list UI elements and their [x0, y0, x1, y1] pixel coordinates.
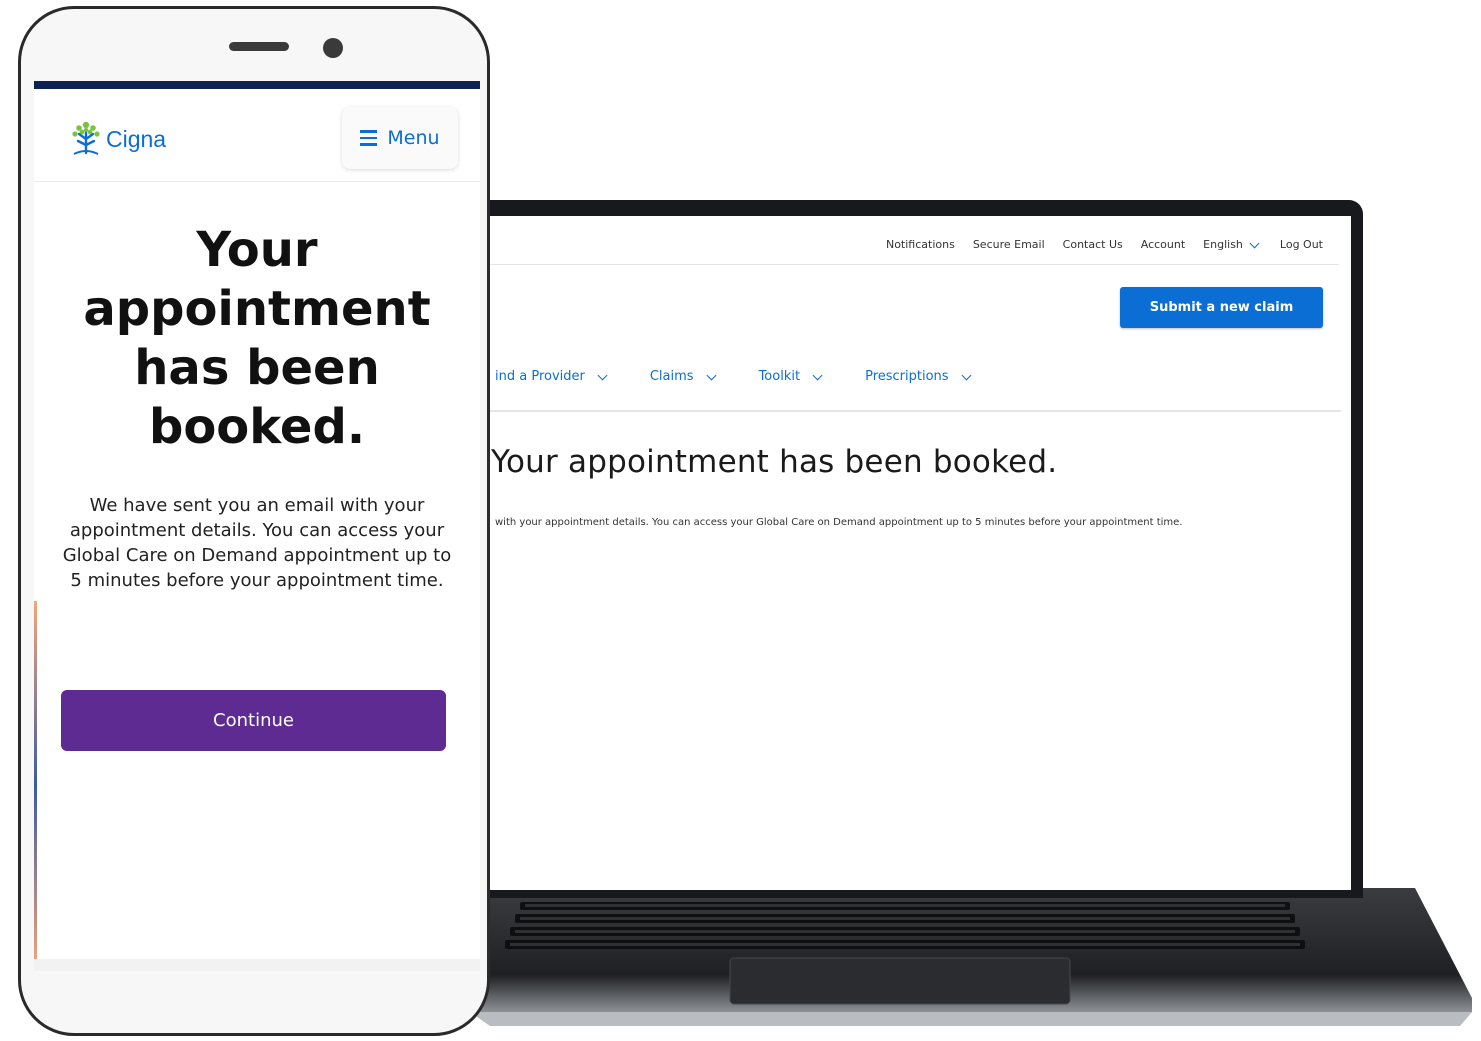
phone-speaker: [229, 42, 289, 51]
language-label: English: [1203, 238, 1243, 251]
log-out-link[interactable]: Log Out: [1280, 238, 1323, 251]
chevron-down-icon: [961, 370, 972, 380]
chevron-down-icon: [812, 370, 823, 380]
chevron-down-icon: [597, 370, 608, 380]
nav-find-provider[interactable]: ind a Provider: [495, 369, 610, 384]
phone-camera: [323, 38, 343, 58]
nav-toolkit[interactable]: Toolkit: [759, 369, 826, 384]
divider: [485, 264, 1339, 265]
language-selector[interactable]: English: [1203, 238, 1262, 251]
hamburger-icon: [360, 130, 378, 146]
utility-nav: Notifications Secure Email Contact Us Ac…: [886, 238, 1323, 251]
top-accent-bar: [34, 81, 480, 89]
menu-label: Menu: [387, 127, 440, 149]
main-nav: ind a Provider Claims Toolkit Prescripti…: [495, 369, 1014, 384]
nav-label: Toolkit: [758, 369, 801, 384]
nav-label: ind a Provider: [495, 369, 585, 384]
background-edge: [34, 601, 37, 971]
confirmation-text: We have sent you an email with your appo…: [62, 495, 452, 591]
phone-device: Cigna Menu Your appointment has been boo…: [18, 6, 490, 1036]
nav-label: Prescriptions: [865, 369, 949, 384]
confirmation-text: with your appointment details. You can a…: [495, 517, 1183, 528]
nav-claims[interactable]: Claims: [650, 369, 719, 384]
page-title: Your appointment has been booked.: [83, 222, 431, 455]
cigna-tree-icon: [68, 117, 104, 161]
phone-screen: Cigna Menu Your appointment has been boo…: [34, 81, 480, 971]
laptop-screen: Notifications Secure Email Contact Us Ac…: [485, 216, 1351, 890]
account-link[interactable]: Account: [1141, 238, 1185, 251]
nav-label: Claims: [649, 369, 694, 384]
continue-button[interactable]: Continue: [61, 690, 446, 751]
chevron-down-icon: [706, 370, 717, 380]
notifications-link[interactable]: Notifications: [886, 238, 955, 251]
page-title: Your appointment has been booked.: [491, 444, 1058, 480]
submit-claim-button[interactable]: Submit a new claim: [1120, 287, 1323, 328]
secure-email-link[interactable]: Secure Email: [973, 238, 1045, 251]
brand-name: Cigna: [106, 125, 167, 152]
phone-bottom-bar: [34, 959, 480, 971]
nav-prescriptions[interactable]: Prescriptions: [865, 369, 973, 384]
contact-us-link[interactable]: Contact Us: [1063, 238, 1123, 251]
menu-button[interactable]: Menu: [342, 107, 458, 169]
phone-header: Cigna Menu: [34, 89, 480, 182]
chevron-down-icon: [1249, 238, 1260, 248]
divider: [485, 410, 1341, 412]
cigna-logo[interactable]: Cigna: [68, 117, 166, 161]
laptop-keyboard-deck: [430, 880, 1475, 1030]
